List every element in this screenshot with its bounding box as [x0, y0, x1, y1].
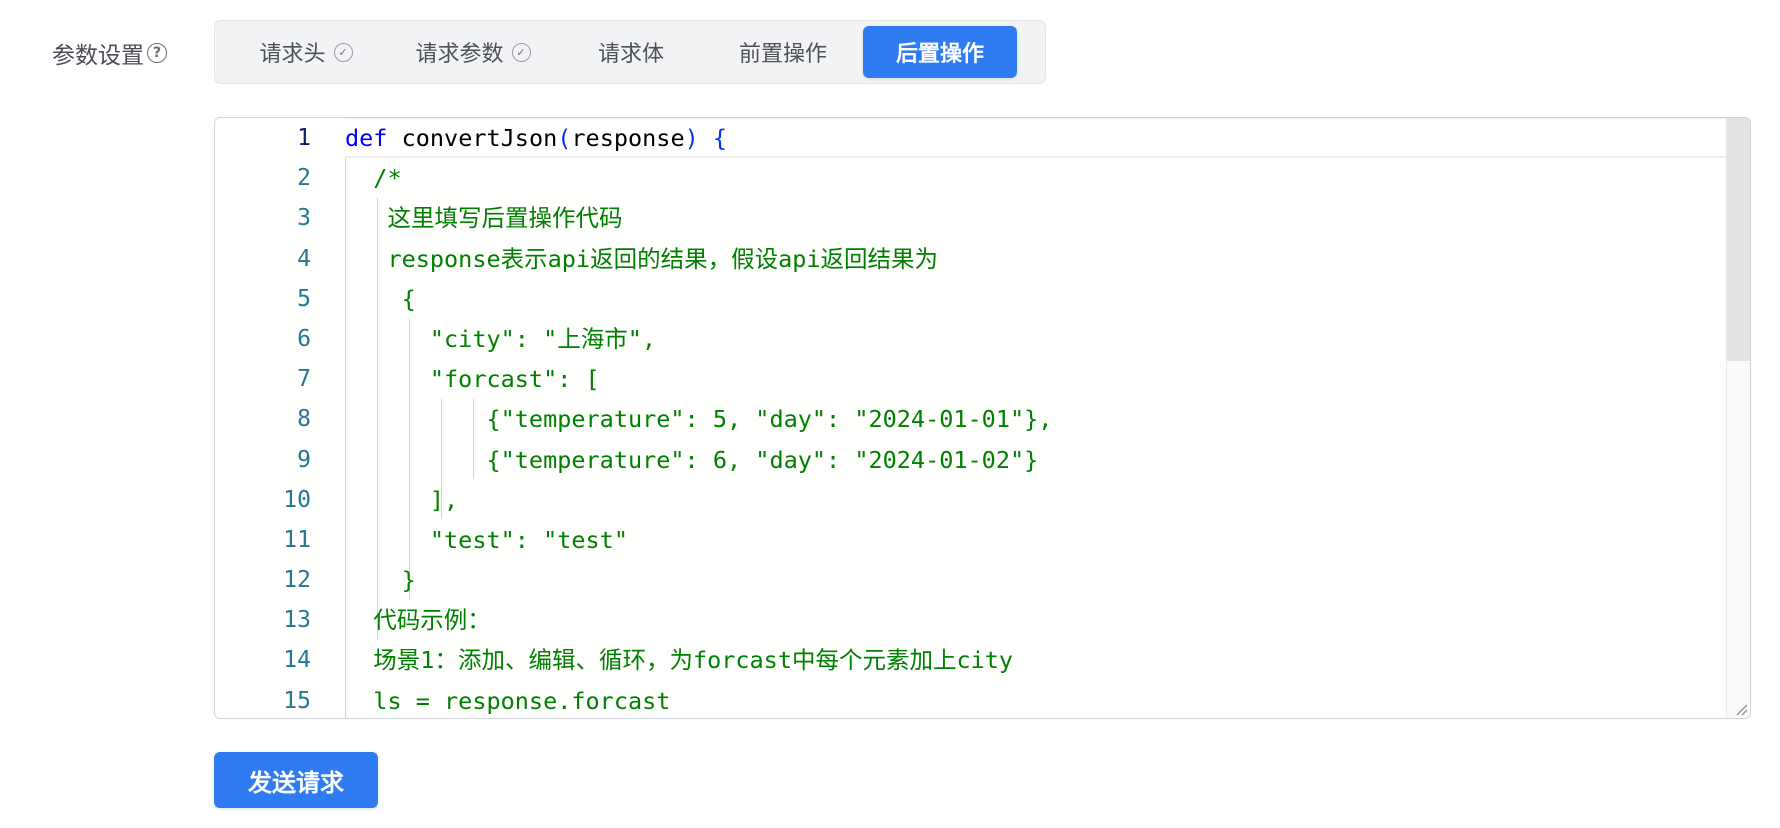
- code-line: {"temperature": 5, "day": "2024-01-01"},: [345, 405, 1053, 434]
- code-line: def convertJson(response) {: [345, 118, 1726, 158]
- tab-label: 请求参数: [415, 42, 504, 67]
- open-brace: {: [712, 124, 728, 152]
- code-line: 代码示例：: [345, 606, 491, 635]
- line-number: 13: [283, 607, 311, 634]
- line-number: 2: [297, 165, 311, 192]
- line-number: 5: [297, 285, 311, 312]
- param-name: response: [571, 124, 685, 152]
- tab-request-headers[interactable]: 请求头 ✓: [221, 26, 391, 78]
- line-number: 11: [283, 526, 311, 553]
- line-number: 3: [297, 205, 311, 232]
- close-paren: ): [684, 124, 699, 152]
- line-number: 12: [283, 567, 311, 594]
- line-number: 6: [297, 325, 311, 352]
- send-request-button[interactable]: 发送请求: [214, 752, 378, 808]
- param-tabs: 请求头 ✓ 请求参数 ✓ 请求体 前置操作 后置操作: [214, 20, 1046, 84]
- code-line: ],: [345, 485, 459, 514]
- tab-request-body[interactable]: 请求体: [555, 26, 707, 78]
- code-line: "city": "上海市",: [345, 324, 657, 353]
- line-number: 15: [283, 687, 311, 714]
- code-area[interactable]: def convertJson(response) { /* 这里填写后置操作代…: [345, 118, 1726, 718]
- line-number-gutter: 1 2 3 4 5 6 7 8 9 10 11 12 13 14 15: [215, 118, 345, 718]
- code-line: {"temperature": 6, "day": "2024-01-02"}: [345, 445, 1039, 474]
- tab-label: 后置操作: [895, 42, 984, 67]
- keyword-def: def: [345, 124, 388, 152]
- tab-pre-operation[interactable]: 前置操作: [707, 26, 859, 78]
- tab-label: 前置操作: [738, 42, 827, 67]
- question-circle-icon[interactable]: ?: [147, 43, 167, 63]
- tab-post-operation[interactable]: 后置操作: [863, 26, 1017, 78]
- page: 参数设置 ? 请求头 ✓ 请求参数 ✓ 请求体 前置操作 后置操作 1 2 3 …: [0, 0, 1780, 828]
- function-name: convertJson: [401, 124, 558, 152]
- open-paren: (: [557, 124, 572, 152]
- line-number: 8: [297, 406, 311, 433]
- code-line: /*: [345, 164, 402, 193]
- vertical-scrollbar[interactable]: [1726, 118, 1750, 718]
- line-number: 14: [283, 647, 311, 674]
- code-line: ls = response.forcast: [345, 686, 671, 715]
- code-line: "test": "test": [345, 525, 628, 554]
- resize-handle-icon[interactable]: [1734, 702, 1748, 716]
- code-line: {: [345, 284, 416, 313]
- tab-request-params[interactable]: 请求参数 ✓: [391, 26, 555, 78]
- check-circle-icon: ✓: [333, 42, 353, 62]
- scrollbar-thumb[interactable]: [1726, 118, 1750, 361]
- tab-label: 请求头: [259, 42, 326, 67]
- line-number: 10: [283, 486, 311, 513]
- line-number: 1: [297, 125, 311, 151]
- line-number: 4: [297, 245, 311, 272]
- code-line: 这里填写后置操作代码: [345, 204, 623, 233]
- line-number: 7: [297, 366, 311, 393]
- param-settings-label: 参数设置 ?: [52, 36, 167, 70]
- code-line: response表示api返回的结果，假设api返回结果为: [345, 244, 939, 273]
- code-line: "forcast": [: [345, 365, 600, 394]
- code-line: }: [345, 566, 416, 595]
- code-line: 场景1：添加、编辑、循环，为forcast中每个元素加上city: [345, 646, 1014, 675]
- tab-label: 请求体: [597, 42, 664, 67]
- check-circle-icon: ✓: [511, 42, 531, 62]
- code-editor[interactable]: 1 2 3 4 5 6 7 8 9 10 11 12 13 14 15 def …: [214, 117, 1751, 719]
- param-settings-text: 参数设置: [52, 43, 144, 69]
- line-number: 9: [297, 446, 311, 473]
